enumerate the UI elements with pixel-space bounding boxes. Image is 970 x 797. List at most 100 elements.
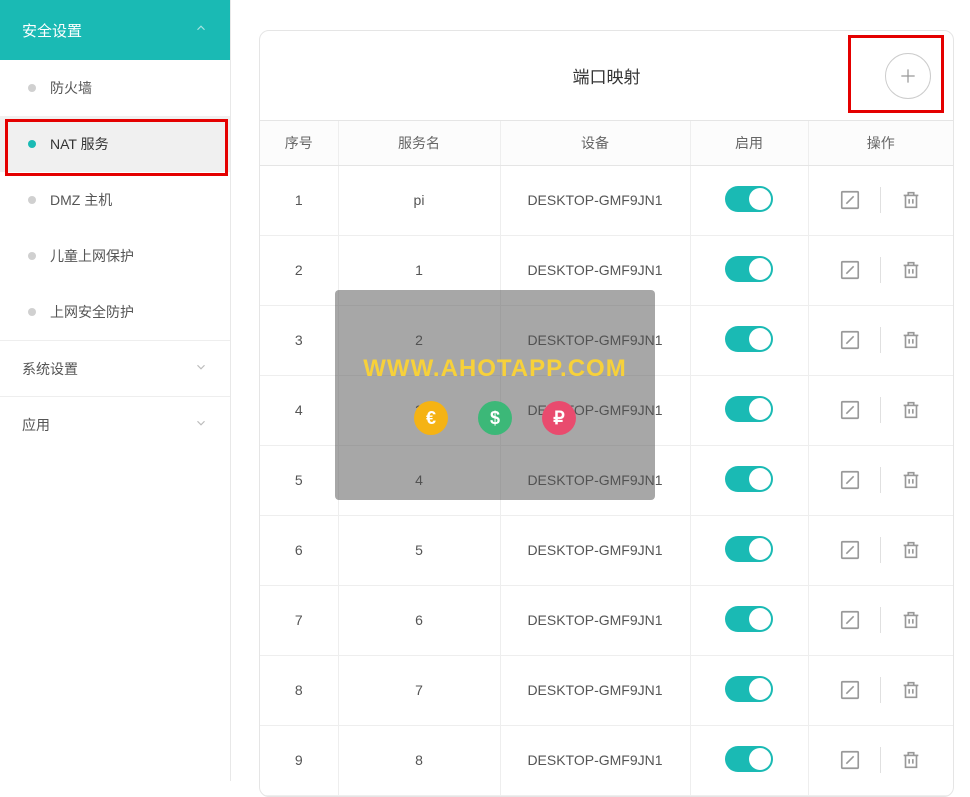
- cell-name: 2: [338, 305, 500, 375]
- port-mapping-table: 序号 服务名 设备 启用 操作 1piDESKTOP-GMF9JN121DESK…: [260, 121, 953, 796]
- edit-button[interactable]: [820, 322, 880, 358]
- table-row: 54DESKTOP-GMF9JN1: [260, 445, 953, 515]
- sidebar-item-3[interactable]: 儿童上网保护: [0, 228, 230, 284]
- cell-device: DESKTOP-GMF9JN1: [500, 305, 690, 375]
- sidebar-section-label: 系统设置: [22, 359, 78, 379]
- enable-toggle[interactable]: [725, 466, 773, 492]
- sidebar-item-1[interactable]: NAT 服务: [0, 116, 230, 172]
- cell-device: DESKTOP-GMF9JN1: [500, 655, 690, 725]
- trash-icon: [900, 329, 922, 351]
- sidebar-section-label: 应用: [22, 415, 50, 435]
- cell-name: 6: [338, 585, 500, 655]
- cell-name: 1: [338, 235, 500, 305]
- cell-seq: 3: [260, 305, 338, 375]
- chevron-down-icon: [194, 360, 208, 377]
- delete-button[interactable]: [881, 252, 941, 288]
- bullet-icon: [28, 140, 36, 148]
- edit-icon: [839, 679, 861, 701]
- cell-operate: [808, 515, 953, 585]
- toggle-knob: [749, 538, 771, 560]
- delete-button[interactable]: [881, 182, 941, 218]
- enable-toggle[interactable]: [725, 746, 773, 772]
- enable-toggle[interactable]: [725, 396, 773, 422]
- cell-enable: [690, 725, 808, 795]
- cell-seq: 8: [260, 655, 338, 725]
- cell-enable: [690, 585, 808, 655]
- sidebar-item-0[interactable]: 防火墙: [0, 60, 230, 116]
- enable-toggle[interactable]: [725, 256, 773, 282]
- bullet-icon: [28, 308, 36, 316]
- trash-icon: [900, 609, 922, 631]
- sidebar-item-2[interactable]: DMZ 主机: [0, 172, 230, 228]
- table-row: 65DESKTOP-GMF9JN1: [260, 515, 953, 585]
- trash-icon: [900, 189, 922, 211]
- edit-icon: [839, 609, 861, 631]
- delete-button[interactable]: [881, 462, 941, 498]
- chevron-down-icon: [194, 416, 208, 433]
- bullet-icon: [28, 84, 36, 92]
- table-row: 87DESKTOP-GMF9JN1: [260, 655, 953, 725]
- toggle-knob: [749, 468, 771, 490]
- cell-operate: [808, 375, 953, 445]
- sidebar-section-0[interactable]: 系统设置: [0, 340, 230, 396]
- cell-operate: [808, 725, 953, 795]
- sidebar-header-security[interactable]: 安全设置: [0, 0, 230, 60]
- edit-button[interactable]: [820, 602, 880, 638]
- enable-toggle[interactable]: [725, 606, 773, 632]
- toggle-knob: [749, 398, 771, 420]
- cell-seq: 5: [260, 445, 338, 515]
- enable-toggle[interactable]: [725, 676, 773, 702]
- main-content: 端口映射 序号 服务名 设备 启用 操作 1piD: [231, 0, 970, 781]
- enable-toggle[interactable]: [725, 536, 773, 562]
- th-operate: 操作: [808, 121, 953, 165]
- cell-name: 4: [338, 445, 500, 515]
- sidebar-header-label: 安全设置: [22, 20, 82, 41]
- sidebar-item-label: 儿童上网保护: [50, 246, 134, 266]
- delete-button[interactable]: [881, 532, 941, 568]
- delete-button[interactable]: [881, 602, 941, 638]
- cell-device: DESKTOP-GMF9JN1: [500, 585, 690, 655]
- delete-button[interactable]: [881, 392, 941, 428]
- enable-toggle[interactable]: [725, 186, 773, 212]
- cell-device: DESKTOP-GMF9JN1: [500, 235, 690, 305]
- edit-button[interactable]: [820, 252, 880, 288]
- sidebar-item-4[interactable]: 上网安全防护: [0, 284, 230, 340]
- cell-enable: [690, 445, 808, 515]
- edit-icon: [839, 469, 861, 491]
- sidebar-section-1[interactable]: 应用: [0, 396, 230, 452]
- cell-name: 8: [338, 725, 500, 795]
- table-row: 1piDESKTOP-GMF9JN1: [260, 165, 953, 235]
- edit-button[interactable]: [820, 462, 880, 498]
- delete-button[interactable]: [881, 322, 941, 358]
- edit-button[interactable]: [820, 742, 880, 778]
- enable-toggle[interactable]: [725, 326, 773, 352]
- th-enable: 启用: [690, 121, 808, 165]
- cell-name: 3: [338, 375, 500, 445]
- cell-device: DESKTOP-GMF9JN1: [500, 445, 690, 515]
- cell-seq: 7: [260, 585, 338, 655]
- table-row: 98DESKTOP-GMF9JN1: [260, 725, 953, 795]
- edit-button[interactable]: [820, 532, 880, 568]
- cell-name: 5: [338, 515, 500, 585]
- bullet-icon: [28, 196, 36, 204]
- add-button[interactable]: [885, 53, 931, 99]
- table-row: 21DESKTOP-GMF9JN1: [260, 235, 953, 305]
- edit-button[interactable]: [820, 672, 880, 708]
- trash-icon: [900, 679, 922, 701]
- edit-button[interactable]: [820, 392, 880, 428]
- delete-button[interactable]: [881, 672, 941, 708]
- delete-button[interactable]: [881, 742, 941, 778]
- cell-seq: 2: [260, 235, 338, 305]
- edit-icon: [839, 539, 861, 561]
- trash-icon: [900, 259, 922, 281]
- cell-enable: [690, 515, 808, 585]
- cell-device: DESKTOP-GMF9JN1: [500, 725, 690, 795]
- cell-operate: [808, 585, 953, 655]
- sidebar-item-label: NAT 服务: [50, 134, 109, 154]
- edit-button[interactable]: [820, 182, 880, 218]
- cell-device: DESKTOP-GMF9JN1: [500, 515, 690, 585]
- chevron-up-icon: [194, 21, 208, 39]
- trash-icon: [900, 399, 922, 421]
- bullet-icon: [28, 252, 36, 260]
- edit-icon: [839, 329, 861, 351]
